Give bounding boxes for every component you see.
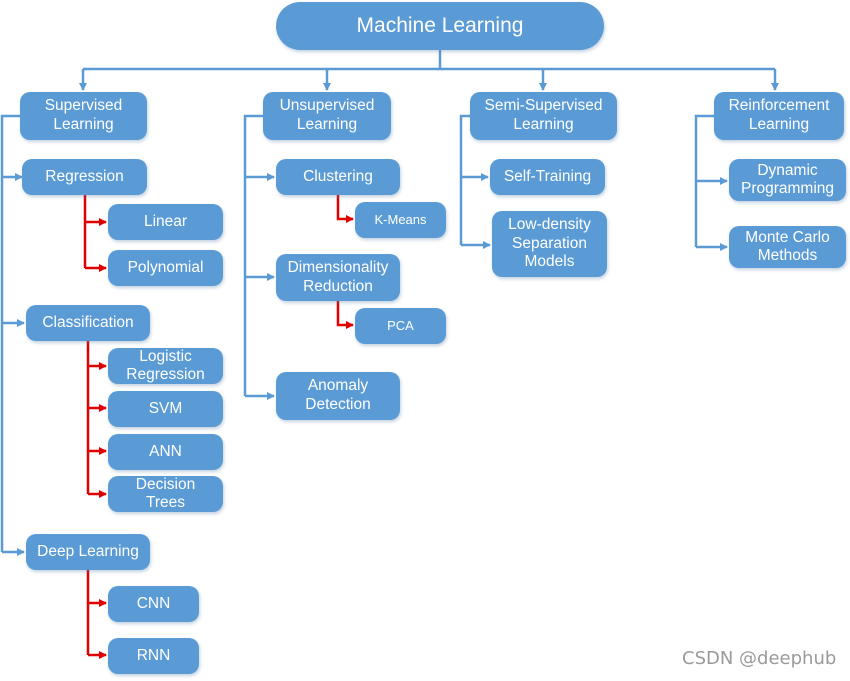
node-decision-trees: Decision Trees	[108, 476, 223, 512]
node-svm: SVM	[108, 391, 223, 427]
watermark: CSDN @deephub	[682, 648, 837, 669]
connector-unsupervised-trunk	[243, 114, 263, 396]
node-rnn: RNN	[108, 638, 199, 674]
node-label: Supervised Learning	[44, 97, 123, 133]
connector-semi-trunk	[459, 114, 470, 245]
node-machine-learning: Machine Learning	[276, 2, 604, 50]
node-regression: Regression	[22, 159, 147, 195]
node-dynamic-programming: Dynamic Programming	[729, 159, 846, 201]
node-label: Self-Training	[503, 167, 592, 185]
connector-kmeans	[336, 194, 354, 223]
node-label: Deep Learning	[37, 542, 139, 560]
node-pca: PCA	[355, 308, 446, 344]
node-label: Linear	[143, 212, 188, 230]
connector-supervised-trunk	[0, 114, 20, 552]
node-label: Low-density Separation Models	[508, 215, 591, 271]
node-label: Semi-Supervised Learning	[484, 97, 603, 133]
node-monte-carlo-methods: Monte Carlo Methods	[729, 226, 846, 268]
node-semi-supervised-learning: Semi-Supervised Learning	[470, 92, 617, 140]
node-classification: Classification	[26, 305, 150, 341]
node-linear: Linear	[108, 204, 223, 240]
node-ann: ANN	[108, 434, 223, 470]
node-label: Dimensionality Reduction	[287, 258, 389, 295]
node-cnn: CNN	[108, 586, 199, 622]
node-label: Clustering	[303, 167, 373, 185]
connector-pca	[336, 301, 354, 329]
node-deep-learning: Deep Learning	[26, 534, 150, 570]
node-self-training: Self-Training	[490, 159, 605, 195]
node-polynomial: Polynomial	[108, 250, 223, 286]
node-label: Classification	[42, 313, 134, 331]
node-label: Dynamic Programming	[740, 161, 835, 197]
node-label: PCA	[387, 318, 414, 334]
node-label: Logistic Regression	[126, 348, 205, 383]
node-label: Reinforcement Learning	[728, 97, 830, 133]
node-supervised-learning: Supervised Learning	[20, 92, 147, 140]
node-label: Anomaly Detection	[305, 377, 371, 413]
node-label: Polynomial	[127, 258, 204, 276]
node-low-density-separation-models: Low-density Separation Models	[492, 211, 607, 277]
node-label: Unsupervised Learning	[279, 97, 375, 133]
node-reinforcement-learning: Reinforcement Learning	[714, 92, 844, 140]
node-label: Decision Trees	[135, 476, 196, 511]
node-label: Monte Carlo Methods	[745, 228, 830, 264]
connector-root-bus	[83, 50, 775, 71]
node-label: Regression	[45, 167, 124, 185]
node-label: Machine Learning	[356, 14, 524, 38]
node-anomaly-detection: Anomaly Detection	[276, 372, 400, 420]
node-label: RNN	[136, 646, 171, 664]
node-logistic-regression: Logistic Regression	[108, 348, 223, 384]
node-label: ANN	[149, 442, 182, 460]
node-k-means: K-Means	[355, 202, 446, 238]
node-dimensionality-reduction: Dimensionality Reduction	[276, 254, 400, 301]
node-label: CNN	[136, 594, 171, 612]
node-label: SVM	[148, 399, 183, 417]
node-unsupervised-learning: Unsupervised Learning	[263, 92, 391, 140]
node-clustering: Clustering	[276, 159, 400, 195]
node-label: K-Means	[374, 212, 427, 228]
